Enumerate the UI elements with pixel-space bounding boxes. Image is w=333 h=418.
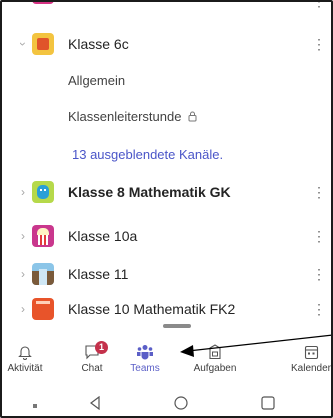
green-robot-icon xyxy=(32,181,54,203)
teams-icon xyxy=(137,345,153,360)
nav-activity[interactable]: Aktivität xyxy=(0,344,53,380)
more-options-icon[interactable]: ⋮ xyxy=(312,185,326,199)
nav-assignments[interactable]: Aufgaben xyxy=(187,344,243,380)
team-name: Klasse 8 Mathematik GK xyxy=(68,184,231,200)
channel-name: Klassenleiterstunde xyxy=(68,109,182,124)
chevron-icon[interactable]: › xyxy=(18,186,28,198)
popcorn-icon xyxy=(32,225,54,247)
team-row-klasse-6c[interactable]: › Klasse 6c ⋮ xyxy=(0,24,333,64)
drag-handle[interactable] xyxy=(163,324,191,328)
nav-teams[interactable]: Teams xyxy=(117,344,173,380)
red-tile-icon xyxy=(32,298,54,320)
team-row-klasse-8-mathematik-gk[interactable]: › Klasse 8 Mathematik GK ⋮ xyxy=(0,172,333,212)
calendar-icon xyxy=(304,345,318,360)
nav-label: Aktivität xyxy=(7,363,43,374)
nav-chat[interactable]: 1 Chat xyxy=(64,341,120,380)
team-row-klasse-10a[interactable]: › Klasse 10a ⋮ xyxy=(0,216,333,256)
more-options-icon[interactable]: ⋮ xyxy=(312,229,326,243)
unread-badge: 1 xyxy=(95,341,108,354)
team-row-klasse-11[interactable]: › Klasse 11 ⋮ xyxy=(0,254,333,294)
assignments-icon xyxy=(209,344,221,360)
home-icon[interactable] xyxy=(174,396,188,410)
chevron-icon[interactable]: › xyxy=(18,268,28,280)
system-navigation-bar xyxy=(2,392,331,416)
team-row-klasse-10-mathematik-fk2[interactable]: › Klasse 10 Mathematik FK2 ⋮ xyxy=(0,289,333,329)
more-options-icon[interactable]: ⋮ xyxy=(312,267,326,281)
chevron-icon[interactable]: › xyxy=(16,39,30,49)
nav-label: Teams xyxy=(130,363,160,374)
hidden-channels-link[interactable]: 13 ausgeblendete Kanäle. xyxy=(72,147,223,162)
partial-team-icon xyxy=(32,0,54,4)
overview-icon[interactable] xyxy=(261,396,275,410)
chevron-icon[interactable]: › xyxy=(18,303,28,315)
landscape-icon xyxy=(32,263,54,285)
team-name: Klasse 10a xyxy=(68,228,138,244)
lock-icon xyxy=(188,110,197,125)
nav-calendar[interactable]: Kalender xyxy=(283,344,333,380)
back-icon[interactable] xyxy=(89,396,101,410)
more-options-icon[interactable]: ⋮ xyxy=(312,0,326,8)
team-name: Klasse 10 Mathematik FK2 xyxy=(68,301,236,317)
nav-label: Chat xyxy=(81,363,103,374)
channel-homeroom[interactable]: Klassenleiterstunde xyxy=(68,109,197,125)
bell-icon xyxy=(18,346,32,360)
chevron-icon[interactable]: › xyxy=(18,230,28,242)
channel-general[interactable]: Allgemein xyxy=(68,73,125,88)
more-options-icon[interactable]: ⋮ xyxy=(312,302,326,316)
team-name: Klasse 6c xyxy=(68,36,129,52)
nav-label: Kalender xyxy=(290,363,332,374)
more-options-icon[interactable]: ⋮ xyxy=(312,37,326,51)
orange-square-icon xyxy=(32,33,54,55)
recents-dot-icon[interactable] xyxy=(33,404,37,408)
nav-label: Aufgaben xyxy=(193,363,237,374)
teams-screen: ⋮ › Klasse 6c ⋮ Allgemein Klassenleiters… xyxy=(0,0,333,418)
team-name: Klasse 11 xyxy=(68,266,129,282)
